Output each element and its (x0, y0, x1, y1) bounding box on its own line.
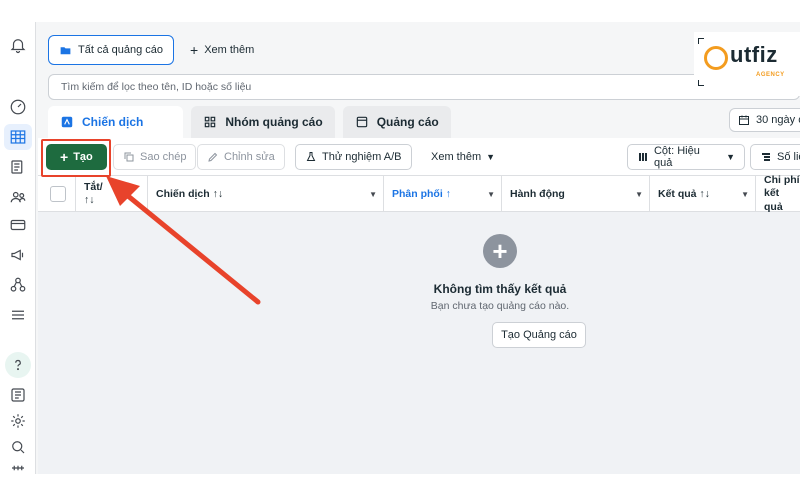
logo-tagline: AGENCY (756, 72, 785, 78)
tab-ads-label: Quảng cáo (376, 115, 439, 129)
dashboard-gauge-icon[interactable] (4, 94, 32, 120)
create-ad-button[interactable]: Tạo Quảng cáo (492, 322, 586, 348)
empty-state-title: Không tìm thấy kết quả (433, 282, 567, 296)
caret-down-icon: ▼ (635, 189, 643, 199)
tab-ad-sets-label: Nhóm quảng cáo (225, 115, 323, 129)
column-delivery-label: Phân phối ↑ (392, 188, 451, 200)
tab-campaigns[interactable]: Chiến dịch (48, 106, 184, 138)
column-actions-label: Hành động (510, 188, 565, 200)
folder-icon (60, 46, 71, 54)
screenshot-frame: Tất cả quảng cáo + Xem thêm Tìm kiếm để … (0, 0, 800, 500)
level-tabs: Chiến dịch Nhóm quảng cáo Quảng cáo (48, 106, 451, 138)
settings-gear-icon[interactable] (4, 408, 32, 434)
action-toolbar: + Tạo Sao chép Chỉnh sửa Thử nghiệm A/B … (38, 138, 800, 176)
empty-state-subtitle: Bạn chưa tạo quảng cáo nào. (430, 300, 570, 312)
column-campaign[interactable]: Chiến dịch ↑↓ ▼ (148, 176, 384, 212)
ad-icon (356, 116, 367, 128)
caret-down-icon: ▼ (741, 189, 749, 199)
date-range-picker[interactable]: 30 ngày c (729, 108, 800, 132)
table-view-icon[interactable] (4, 124, 32, 150)
menu-hamburger-icon[interactable] (4, 302, 32, 328)
create-button-highlight (41, 139, 111, 177)
edit-label: Chỉnh sửa (224, 151, 275, 163)
column-cost-sub: kết quả (764, 187, 783, 213)
megaphone-icon[interactable] (4, 242, 32, 268)
column-results-label: Kết quả ↑↓ (658, 188, 710, 200)
tools-icon[interactable] (4, 458, 32, 474)
column-delivery[interactable]: Phân phối ↑ ▼ (384, 176, 502, 212)
search-placeholder: Tìm kiếm để lọc theo tên, ID hoặc số liệ… (61, 81, 252, 93)
top-bar: Tất cả quảng cáo + Xem thêm (48, 34, 264, 66)
columns-icon (638, 153, 647, 161)
plus-icon: + (190, 42, 199, 58)
grid-icon (205, 116, 216, 128)
breakdown-icon (762, 153, 770, 161)
logo-corner-mark (698, 38, 704, 44)
flask-icon (306, 152, 316, 161)
columns-dropdown[interactable]: Cột: Hiệu quả ▼ (627, 144, 745, 170)
column-toggle[interactable]: Tắt/ ↑↓ (76, 176, 148, 212)
ab-test-button[interactable]: Thử nghiệm A/B (295, 144, 412, 170)
tab-campaigns-label: Chiến dịch (82, 115, 144, 129)
ads-manager-screen: Tất cả quảng cáo + Xem thêm Tìm kiếm để … (0, 22, 800, 474)
columns-label: Cột: Hiệu quả (653, 145, 700, 169)
tab-ads[interactable]: Quảng cáo (342, 106, 451, 138)
duplicate-button[interactable]: Sao chép (113, 144, 197, 170)
help-question-icon[interactable] (5, 352, 31, 378)
news-feed-icon[interactable] (4, 382, 32, 408)
column-toggle-label: Tắt/ (84, 180, 103, 193)
ab-test-label: Thử nghiệm A/B (322, 151, 402, 163)
pencil-icon (208, 152, 218, 162)
logo-corner-mark (698, 80, 704, 86)
pages-icon[interactable] (4, 154, 32, 180)
logo-ring-icon (704, 46, 728, 70)
left-nav-rail (0, 22, 36, 474)
caret-down-icon: ▼ (486, 152, 496, 162)
agency-logo: utfiz AGENCY (694, 32, 800, 96)
select-all-cell (38, 176, 76, 212)
column-results[interactable]: Kết quả ↑↓ ▼ (650, 176, 756, 212)
all-ads-label: Tất cả quảng cáo (78, 44, 164, 56)
see-more-button[interactable]: + Xem thêm (180, 35, 264, 65)
column-actions[interactable]: Hành động ▼ (502, 176, 650, 212)
audience-icon[interactable] (4, 184, 32, 210)
column-cost-label: Chi phí (764, 174, 800, 187)
campaign-table-header: Tắt/ ↑↓ Chiến dịch ↑↓ ▼ Phân phối ↑ ▼ Hà… (38, 174, 800, 213)
edit-button[interactable]: Chỉnh sửa (197, 144, 285, 170)
logo-brand: utfiz (730, 42, 778, 67)
business-network-icon[interactable] (4, 272, 32, 298)
breakdown-label: Số liệ (777, 151, 800, 163)
duplicate-label: Sao chép (140, 151, 187, 163)
calendar-icon (739, 115, 749, 125)
all-ads-button[interactable]: Tất cả quảng cáo (48, 35, 175, 65)
search-icon[interactable] (4, 434, 32, 460)
billing-card-icon[interactable] (4, 212, 32, 238)
tab-ad-sets[interactable]: Nhóm quảng cáo (191, 106, 335, 138)
date-range-label: 30 ngày c (756, 114, 800, 126)
search-input[interactable]: Tìm kiếm để lọc theo tên, ID hoặc số liệ… (48, 74, 800, 100)
caret-down-icon: ▼ (487, 189, 495, 199)
column-toggle-sort: ↑↓ (84, 194, 95, 206)
empty-table-body (38, 212, 800, 474)
caret-down-icon: ▼ (369, 189, 377, 199)
see-more-label: Xem thêm (204, 44, 255, 56)
notification-bell-icon[interactable] (4, 32, 32, 58)
add-circle-icon: + (483, 234, 517, 268)
caret-down-icon: ▼ (726, 152, 735, 162)
campaign-icon (61, 116, 73, 128)
select-all-checkbox[interactable] (50, 186, 66, 202)
toolbar-more-label: Xem thêm (431, 151, 482, 163)
toolbar-more-dropdown[interactable]: Xem thêm ▼ (422, 144, 504, 170)
copy-icon (124, 152, 134, 162)
column-cost-per-result[interactable]: Chi phí kết quả (756, 174, 800, 213)
column-campaign-label: Chiến dịch ↑↓ (156, 188, 224, 200)
breakdown-dropdown[interactable]: Số liệ (750, 144, 800, 170)
